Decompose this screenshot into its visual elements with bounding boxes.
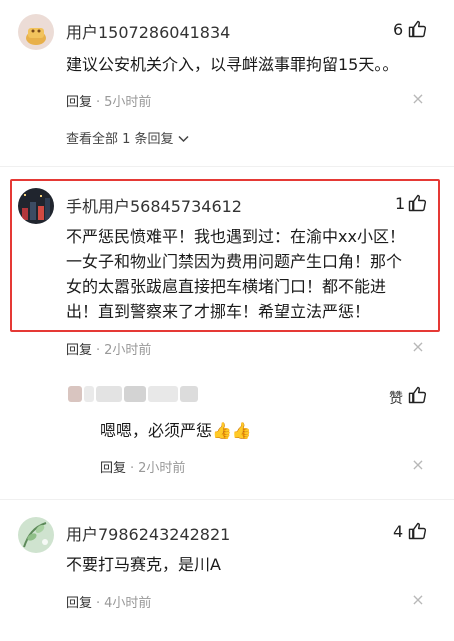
timestamp: 2小时前 — [104, 343, 152, 358]
reply-button[interactable]: 回复 — [66, 95, 92, 110]
avatar[interactable] — [18, 517, 54, 553]
blurred-username — [68, 386, 198, 402]
like-count: 6 — [393, 20, 404, 39]
comment-text: 建议公安机关介入，以寻衅滋事罪拘留15天。。 — [66, 55, 399, 74]
like-count: 1 — [395, 194, 406, 213]
separator-dot: · — [96, 95, 101, 110]
timestamp: 5小时前 — [104, 95, 152, 110]
separator-dot: · — [96, 343, 101, 358]
comment-text: 不严惩民愤难平！我也遇到过：在渝中xx小区！ 一女子和物业门禁因为费用问题产生口… — [66, 224, 436, 324]
text-line: 一女子和物业门禁因为费用问题产生口角！那个 — [66, 252, 403, 271]
close-icon[interactable]: × — [411, 457, 425, 473]
close-icon[interactable]: × — [411, 91, 425, 107]
avatar[interactable] — [18, 14, 54, 50]
text-line: 出！直到警察来了才挪车！希望立法严惩！ — [66, 302, 371, 321]
comment-username[interactable]: 手机用户56845734612 — [66, 193, 242, 217]
timestamp: 4小时前 — [104, 596, 152, 611]
close-icon[interactable]: × — [411, 339, 425, 355]
divider — [0, 166, 454, 167]
comment-text: 不要打马赛克，是川A — [66, 555, 221, 574]
thumbs-up-icon[interactable] — [407, 521, 427, 541]
reply-meta: 回复 · 2小时前 — [100, 457, 185, 476]
comment-meta: 回复 · 4小时前 — [66, 592, 151, 611]
comment-meta: 回复 · 2小时前 — [66, 339, 151, 358]
reply-text: 嗯嗯，必须严惩👍👍 — [100, 421, 252, 440]
thumbs-up-icon[interactable] — [407, 19, 427, 39]
comment-username[interactable]: 用户1507286041834 — [66, 19, 230, 43]
reply-button[interactable]: 回复 — [100, 461, 126, 476]
thumbs-up-icon[interactable] — [407, 385, 427, 405]
comment-meta: 回复 · 5小时前 — [66, 91, 151, 110]
avatar[interactable] — [18, 188, 54, 224]
separator-dot: · — [130, 461, 135, 476]
thumbs-up-icon[interactable] — [407, 193, 427, 213]
divider — [0, 499, 454, 500]
timestamp: 2小时前 — [138, 461, 186, 476]
expand-replies-link[interactable]: 查看全部 1 条回复 — [66, 128, 189, 147]
like-label: 赞 — [389, 391, 403, 407]
reply-button[interactable]: 回复 — [66, 343, 92, 358]
reply-button[interactable]: 回复 — [66, 596, 92, 611]
text-line: 不严惩民愤难平！我也遇到过：在渝中xx小区！ — [66, 227, 405, 246]
close-icon[interactable]: × — [411, 592, 425, 608]
expand-replies-label: 查看全部 1 条回复 — [66, 132, 174, 147]
separator-dot: · — [96, 596, 101, 611]
chevron-down-icon — [178, 132, 189, 147]
like-count: 4 — [393, 522, 404, 541]
comment-username[interactable]: 用户7986243242821 — [66, 521, 230, 545]
text-line: 女的太嚣张跋扈直接把车横堵门口！都不能进 — [66, 277, 387, 296]
